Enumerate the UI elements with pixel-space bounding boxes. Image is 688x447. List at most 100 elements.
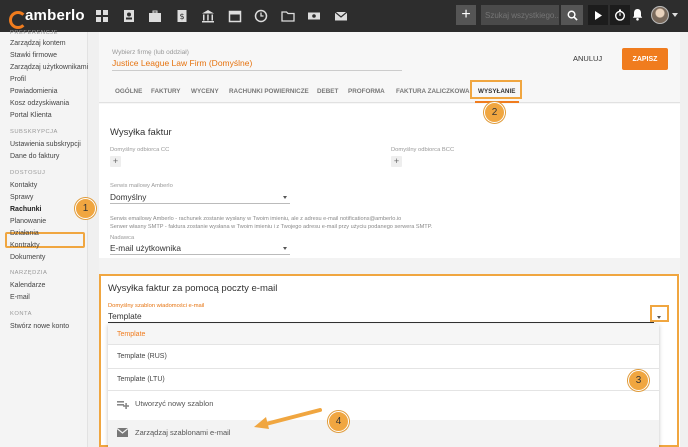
sidebar-item-email[interactable]: E-mail bbox=[10, 294, 30, 301]
global-search-input[interactable] bbox=[481, 5, 559, 25]
sidebar-item-contacts[interactable]: Kontakty bbox=[10, 182, 37, 189]
template-option-default[interactable]: Template bbox=[117, 331, 145, 338]
firm-selector-label: Wybierz firmę (lub oddział) bbox=[112, 49, 189, 56]
sidebar-item-invoice-data[interactable]: Dane do faktury bbox=[10, 153, 59, 160]
option-divider bbox=[108, 390, 659, 391]
bcc-recipient-label: Domyślny odbiorca BCC bbox=[391, 147, 455, 153]
email-template-dropdown-button[interactable] bbox=[650, 305, 669, 322]
contacts-icon[interactable] bbox=[119, 6, 139, 26]
add-bcc-button[interactable]: + bbox=[391, 156, 402, 167]
email-template-underline bbox=[108, 322, 654, 323]
sidebar-section-customize: DOSTOSUJ bbox=[10, 170, 46, 176]
billing-settings-panel: Wybierz firmę (lub oddział) Justice Leag… bbox=[99, 32, 680, 447]
mail-service-label: Serwis mailowy Amberlo bbox=[110, 183, 173, 189]
manage-templates-option[interactable]: Zarządzaj szablonami e-mail bbox=[135, 428, 230, 437]
cc-recipient-label: Domyślny odbiorca CC bbox=[110, 147, 170, 153]
stopwatch-icon bbox=[614, 9, 626, 21]
start-timer-button[interactable] bbox=[588, 5, 608, 25]
sidebar-item-subscription-settings[interactable]: Ustawienia subskrypcji bbox=[10, 141, 81, 148]
cancel-button[interactable]: ANULUJ bbox=[573, 54, 602, 63]
sidebar-section-tools: NARZĘDZIA bbox=[10, 270, 48, 276]
section-divider bbox=[99, 258, 680, 274]
stopwatch-button[interactable] bbox=[610, 5, 630, 25]
clock-icon[interactable] bbox=[251, 6, 271, 26]
sidebar-item-manage-account[interactable]: Zarządzaj kontem bbox=[10, 40, 66, 47]
settings-sidebar: PREFERENCJE Zarządzaj kontem Stawki firm… bbox=[0, 30, 88, 447]
create-template-option[interactable]: Utworzyć nowy szablon bbox=[135, 399, 213, 408]
info-line-smtp: Serwer własny SMTP - faktura zostanie wy… bbox=[110, 223, 433, 230]
mail-service-select[interactable]: Domyślny bbox=[110, 192, 146, 202]
tab-advance-invoice[interactable]: FAKTURA ZALICZKOWA bbox=[396, 88, 470, 95]
sidebar-item-notifications[interactable]: Powiadomienia bbox=[10, 88, 57, 95]
search-button[interactable] bbox=[561, 5, 583, 25]
sidebar-item-profile[interactable]: Profil bbox=[10, 76, 26, 83]
info-line-amberlo: Serwis emailowy Amberlo - rachunek zosta… bbox=[110, 216, 402, 222]
email-sending-title: Wysyłka faktur za pomocą poczty e-mail bbox=[108, 283, 278, 294]
calendar-icon[interactable] bbox=[225, 6, 245, 26]
callout-badge-3: 3 bbox=[628, 370, 649, 391]
sidebar-item-activities[interactable]: Działania bbox=[10, 230, 39, 237]
user-avatar[interactable] bbox=[651, 6, 669, 24]
tab-invoices[interactable]: FAKTURY bbox=[151, 88, 181, 95]
sidebar-item-client-portal[interactable]: Portal Klienta bbox=[10, 112, 52, 119]
sidebar-section-subscription: SUBSKRYPCJA bbox=[10, 129, 58, 135]
briefcase-icon[interactable] bbox=[145, 6, 165, 26]
search-icon bbox=[567, 10, 578, 21]
sidebar-item-recycle-bin[interactable]: Kosz odzyskiwania bbox=[10, 100, 69, 107]
email-template-dropdown: Template Template (RUS) Template (LTU) U… bbox=[108, 324, 659, 447]
dashboard-icon[interactable] bbox=[92, 6, 112, 26]
sidebar-item-documents[interactable]: Dokumenty bbox=[10, 254, 45, 261]
sidebar-item-firm-rates[interactable]: Stawki firmowe bbox=[10, 52, 57, 59]
option-divider bbox=[108, 344, 659, 345]
sidebar-section-preferences: PREFERENCJE bbox=[10, 30, 59, 36]
chevron-down-icon[interactable] bbox=[672, 13, 678, 17]
email-template-select[interactable]: Template bbox=[108, 311, 142, 321]
tab-proforma[interactable]: PROFORMA bbox=[348, 88, 385, 95]
mail-service-underline bbox=[110, 203, 290, 204]
sidebar-item-manage-users[interactable]: Zarządzaj użytkownikami bbox=[10, 64, 88, 71]
chevron-down-icon[interactable] bbox=[657, 316, 661, 319]
sender-select[interactable]: E-mail użytkownika bbox=[110, 243, 181, 253]
callout-highlight-sending-tab bbox=[470, 80, 522, 99]
sidebar-item-planning[interactable]: Planowanie bbox=[10, 218, 46, 225]
add-new-button[interactable]: + bbox=[456, 5, 476, 25]
tab-general[interactable]: OGÓLNE bbox=[115, 88, 142, 95]
sidebar-item-calendars[interactable]: Kalendarze bbox=[10, 282, 45, 289]
chevron-down-icon[interactable] bbox=[283, 196, 287, 199]
selected-option-highlight bbox=[108, 324, 659, 344]
settings-tabs: OGÓLNE FAKTURY WYCENY RACHUNKI POWIERNIC… bbox=[99, 82, 680, 103]
main-nav-icons: $ bbox=[92, 6, 357, 26]
bell-icon[interactable] bbox=[632, 8, 643, 21]
tab-debit[interactable]: DEBET bbox=[317, 88, 338, 95]
sidebar-item-matters[interactable]: Sprawy bbox=[10, 194, 33, 201]
mail-icon[interactable] bbox=[331, 6, 351, 26]
template-option-rus[interactable]: Template (RUS) bbox=[117, 353, 167, 360]
billing-icon[interactable]: $ bbox=[172, 6, 192, 26]
add-cc-button[interactable]: + bbox=[110, 156, 121, 167]
mail-icon bbox=[117, 428, 128, 437]
tab-quotes[interactable]: WYCENY bbox=[191, 88, 219, 95]
callout-badge-2: 2 bbox=[484, 102, 505, 123]
email-template-label: Domyślny szablon wiadomości e-mail bbox=[108, 303, 205, 309]
bank-icon[interactable] bbox=[198, 6, 218, 26]
callout-badge-4: 4 bbox=[328, 411, 349, 432]
money-icon[interactable] bbox=[304, 6, 324, 26]
app-logo[interactable]: amberlo bbox=[8, 7, 85, 29]
tab-trust-accounts[interactable]: RACHUNKI POWIERNICZE bbox=[229, 88, 309, 95]
invoice-sending-title: Wysyłka faktur bbox=[110, 127, 172, 138]
play-icon bbox=[595, 10, 602, 20]
firm-selector-value[interactable]: Justice League Law Firm (Domyślne) bbox=[112, 58, 252, 68]
firm-selector-underline bbox=[112, 70, 402, 71]
amberlo-logo-icon bbox=[8, 9, 27, 29]
callout-arrow-icon bbox=[254, 408, 322, 429]
mail-service-info: Serwis emailowy Amberlo - rachunek zosta… bbox=[110, 216, 432, 231]
template-option-ltu[interactable]: Template (LTU) bbox=[117, 376, 165, 383]
chevron-down-icon[interactable] bbox=[283, 247, 287, 250]
folder-icon[interactable] bbox=[278, 6, 298, 26]
sidebar-item-create-account[interactable]: Stwórz nowe konto bbox=[10, 323, 69, 330]
sidebar-item-billing[interactable]: Rachunki bbox=[10, 206, 42, 213]
option-divider bbox=[108, 368, 659, 369]
callout-badge-1: 1 bbox=[75, 198, 96, 219]
sidebar-item-contracts[interactable]: Kontrakty bbox=[10, 242, 40, 249]
save-button[interactable]: ZAPISZ bbox=[622, 48, 668, 70]
